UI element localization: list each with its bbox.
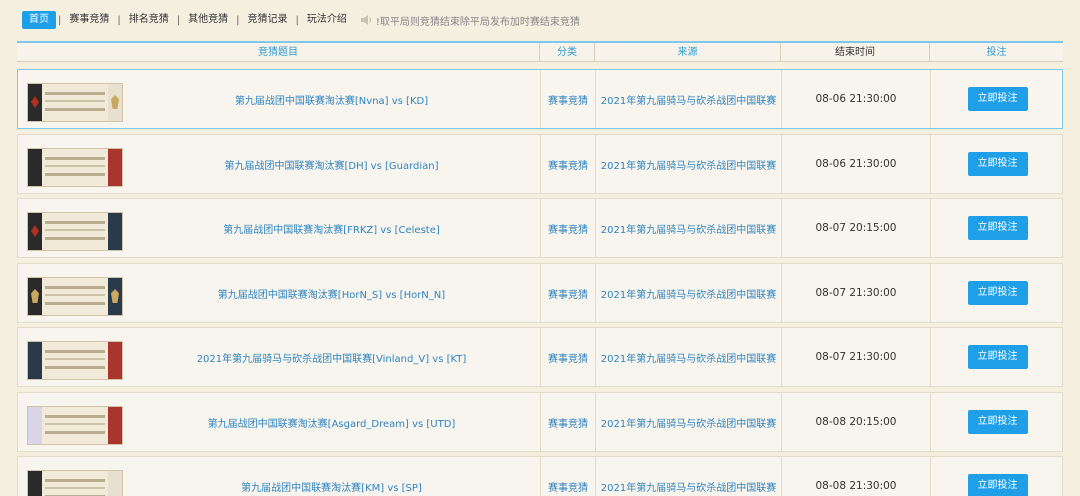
category: 赛事竞猜 <box>540 393 595 451</box>
table-row: 第九届战团中国联赛淘汰赛[Asgard_Dream] vs [UTD] 赛事竞猜… <box>17 392 1063 452</box>
tab-other-bets[interactable]: 其他竞猜 <box>182 11 234 29</box>
match-thumbnail <box>27 341 123 380</box>
end-time: 08-06 21:30:00 <box>781 135 930 193</box>
match-title[interactable]: 第九届战团中国联赛淘汰赛[Asgard_Dream] vs [UTD] <box>123 393 540 451</box>
nav-separator: | <box>236 14 240 26</box>
category: 赛事竞猜 <box>540 70 595 128</box>
match-thumbnail <box>27 406 123 445</box>
nav-separator: | <box>295 14 299 26</box>
header-bet: 投注 <box>929 43 1063 62</box>
match-thumbnail <box>27 470 123 496</box>
match-title[interactable]: 2021年第九届骑马与砍杀战团中国联赛[Vinland_V] vs [KT] <box>123 328 540 386</box>
speaker-icon <box>360 15 371 25</box>
match-thumbnail <box>27 277 123 316</box>
source: 2021年第九届骑马与砍杀战团中国联赛 <box>595 199 781 257</box>
bet-button[interactable]: 立即投注 <box>967 216 1028 240</box>
end-time: 08-07 21:30:00 <box>781 264 930 322</box>
match-thumbnail <box>27 83 123 122</box>
table-row: 第九届战团中国联赛淘汰赛[FRKZ] vs [Celeste] 赛事竞猜 202… <box>17 198 1063 258</box>
end-time: 08-08 20:15:00 <box>781 393 930 451</box>
bet-cell: 立即投注 <box>930 328 1064 386</box>
bet-cell: 立即投注 <box>930 264 1064 322</box>
header-title: 竞猜题目 <box>258 47 298 58</box>
tab-bet-history[interactable]: 竞猜记录 <box>242 11 294 29</box>
table-header: 竞猜题目 分类 来源 结束时间 投注 <box>17 41 1063 62</box>
top-nav: 首页 | 赛事竞猜 | 排名竞猜 | 其他竞猜 | 竞猜记录 | 玩法介绍 !取… <box>0 0 1080 40</box>
match-thumbnail <box>27 148 123 187</box>
source: 2021年第九届骑马与砍杀战团中国联赛 <box>595 70 781 128</box>
table-row: 第九届战团中国联赛淘汰赛[DH] vs [Guardian] 赛事竞猜 2021… <box>17 134 1063 194</box>
header-category: 分类 <box>539 43 594 62</box>
bet-cell: 立即投注 <box>930 199 1064 257</box>
bet-button[interactable]: 立即投注 <box>967 474 1028 496</box>
match-title[interactable]: 第九届战团中国联赛淘汰赛[KM] vs [SP] <box>123 457 540 496</box>
table-row: 第九届战团中国联赛淘汰赛[Nvna] vs [KD] 赛事竞猜 2021年第九届… <box>17 69 1063 129</box>
nav-separator: | <box>58 14 62 26</box>
bet-cell: 立即投注 <box>930 135 1064 193</box>
source: 2021年第九届骑马与砍杀战团中国联赛 <box>595 264 781 322</box>
tab-ranking-bets[interactable]: 排名竞猜 <box>123 11 175 29</box>
tab-match-bets[interactable]: 赛事竞猜 <box>63 11 115 29</box>
source: 2021年第九届骑马与砍杀战团中国联赛 <box>595 393 781 451</box>
nav-separator: | <box>117 14 121 26</box>
end-time: 08-08 21:30:00 <box>781 457 930 496</box>
category: 赛事竞猜 <box>540 328 595 386</box>
category: 赛事竞猜 <box>540 199 595 257</box>
category: 赛事竞猜 <box>540 135 595 193</box>
table-row: 第九届战团中国联赛淘汰赛[HorN_S] vs [HorN_N] 赛事竞猜 20… <box>17 263 1063 323</box>
category: 赛事竞猜 <box>540 264 595 322</box>
category: 赛事竞猜 <box>540 457 595 496</box>
bet-button[interactable]: 立即投注 <box>967 281 1028 305</box>
tab-home[interactable]: 首页 <box>22 11 56 29</box>
table-row: 2021年第九届骑马与砍杀战团中国联赛[Vinland_V] vs [KT] 赛… <box>17 327 1063 387</box>
bet-button[interactable]: 立即投注 <box>967 345 1028 369</box>
bet-cell: 立即投注 <box>930 457 1064 496</box>
match-title[interactable]: 第九届战团中国联赛淘汰赛[HorN_S] vs [HorN_N] <box>123 264 540 322</box>
bet-button[interactable]: 立即投注 <box>967 152 1028 176</box>
bet-table: 竞猜题目 分类 来源 结束时间 投注 第九届战团中国联赛淘汰赛[Nvna] vs… <box>17 41 1063 496</box>
source: 2021年第九届骑马与砍杀战团中国联赛 <box>595 328 781 386</box>
match-thumbnail <box>27 212 123 251</box>
tab-rules[interactable]: 玩法介绍 <box>301 11 353 29</box>
end-time: 08-07 21:30:00 <box>781 328 930 386</box>
notice-bar: !取平局则竞猜结束除平局发布加时赛结束竞猜 <box>359 13 580 28</box>
match-title[interactable]: 第九届战团中国联赛淘汰赛[DH] vs [Guardian] <box>123 135 540 193</box>
header-end-time: 结束时间 <box>780 43 929 62</box>
end-time: 08-07 20:15:00 <box>781 199 930 257</box>
source: 2021年第九届骑马与砍杀战团中国联赛 <box>595 457 781 496</box>
bet-button[interactable]: 立即投注 <box>967 410 1028 434</box>
match-title[interactable]: 第九届战团中国联赛淘汰赛[FRKZ] vs [Celeste] <box>123 199 540 257</box>
notice-text: !取平局则竞猜结束除平局发布加时赛结束竞猜 <box>375 16 580 28</box>
bet-cell: 立即投注 <box>930 393 1064 451</box>
nav-separator: | <box>176 14 181 26</box>
match-title[interactable]: 第九届战团中国联赛淘汰赛[Nvna] vs [KD] <box>123 70 540 128</box>
header-source: 来源 <box>594 43 780 62</box>
table-row: 第九届战团中国联赛淘汰赛[KM] vs [SP] 赛事竞猜 2021年第九届骑马… <box>17 456 1063 496</box>
source: 2021年第九届骑马与砍杀战团中国联赛 <box>595 135 781 193</box>
bet-button[interactable]: 立即投注 <box>967 87 1028 111</box>
end-time: 08-06 21:30:00 <box>781 70 930 128</box>
bet-cell: 立即投注 <box>930 70 1064 128</box>
